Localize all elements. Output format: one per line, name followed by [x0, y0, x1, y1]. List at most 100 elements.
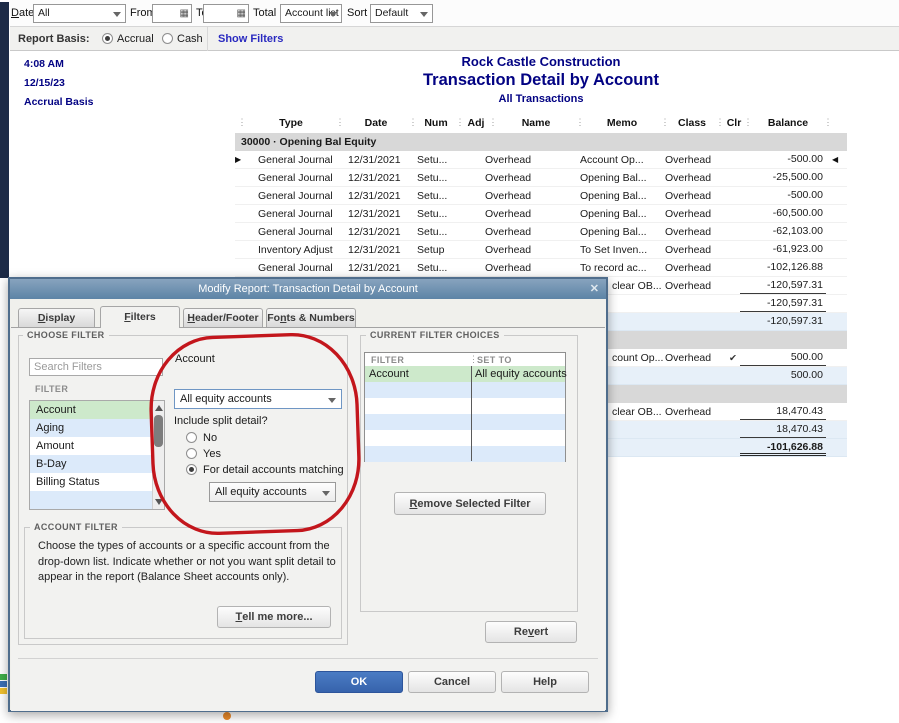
matching-accounts-dropdown[interactable]: All equity accounts: [209, 482, 336, 502]
scroll-down-icon[interactable]: [155, 499, 163, 505]
table-row[interactable]: General Journal 12/31/2021 Setu... Overhead…: [235, 205, 847, 223]
account-panel-label: Account: [175, 353, 215, 365]
split-matching-label: For detail accounts matching: [203, 464, 344, 476]
cell-num: Setu...: [417, 262, 448, 274]
cell-balance: 500.00: [740, 349, 826, 366]
cell-class: Overhead: [665, 154, 712, 166]
cell-type: General Journal: [258, 172, 333, 184]
filter-choice-empty-row: [365, 430, 565, 446]
column-header-name[interactable]: Name: [522, 117, 551, 129]
filter-list-item-billing-status[interactable]: Billing Status: [30, 473, 164, 491]
cell-name: Overhead: [485, 190, 532, 202]
cell-balance: -102,126.88: [766, 261, 823, 273]
cell-num: Setup: [417, 244, 445, 256]
app-window: Dates All From ▦ To ▦ Total By Account l…: [0, 0, 899, 723]
column-header-date[interactable]: Date: [365, 117, 388, 129]
dates-dropdown[interactable]: All: [33, 4, 126, 23]
column-header-num[interactable]: Num: [424, 117, 447, 129]
column-header-type[interactable]: Type: [279, 117, 303, 129]
filter-choice-empty-row: [365, 398, 565, 414]
cell-class: Overhead: [665, 280, 712, 292]
table-row[interactable]: General Journal 12/31/2021 Setu... Overhead…: [235, 169, 847, 187]
table-row[interactable]: ▶ General Journal 12/31/2021 Setu... Overhea…: [235, 151, 847, 169]
cell-date: 12/31/2021: [348, 208, 401, 220]
accrual-radio[interactable]: [102, 33, 113, 44]
column-separator: ⋮: [743, 117, 753, 127]
scrollbar[interactable]: [152, 401, 164, 509]
cell-memo: Opening Bal...: [580, 226, 647, 238]
cash-radio[interactable]: [162, 33, 173, 44]
col-filter-label: FILTER: [371, 355, 405, 365]
filter-list-label: FILTER: [35, 384, 69, 394]
tab-header-footer[interactable]: Header/Footer: [183, 308, 263, 327]
accrual-radio-label[interactable]: Accrual: [117, 33, 154, 45]
from-date-input[interactable]: ▦: [152, 4, 192, 23]
cell-memo: To Set Inven...: [580, 244, 648, 256]
current-row-pointer-icon: ▶: [235, 155, 242, 164]
account-group-header[interactable]: 30000 · Opening Bal Equity: [235, 133, 847, 151]
cell-memo: count Op...: [612, 352, 664, 364]
calendar-icon[interactable]: ▦: [237, 8, 246, 19]
show-filters-link[interactable]: Show Filters: [218, 33, 283, 45]
cell-name: Overhead: [485, 244, 532, 256]
column-separator: ⋮: [715, 117, 725, 127]
tell-me-more-button[interactable]: Tell me more...: [217, 606, 331, 628]
ok-button[interactable]: OK: [315, 671, 403, 693]
calendar-icon[interactable]: ▦: [180, 8, 189, 19]
help-button[interactable]: Help: [501, 671, 589, 693]
modify-report-dialog: Modify Report: Transaction Detail by Acc…: [8, 277, 608, 712]
search-filters-input[interactable]: [29, 358, 163, 376]
close-icon[interactable]: ✕: [590, 282, 599, 296]
column-separator: ⋮: [335, 117, 345, 127]
desktop-icon-fragment: [223, 712, 231, 720]
chevron-down-icon: [113, 12, 121, 17]
cell-date: 12/31/2021: [348, 262, 401, 274]
group-header-label: 30000 · Opening Bal Equity: [241, 136, 377, 148]
scrollbar-thumb[interactable]: [154, 415, 163, 447]
choose-filter-label: CHOOSE FILTER: [23, 330, 109, 340]
total-by-dropdown[interactable]: Account list: [280, 4, 342, 23]
column-header-balance[interactable]: Balance: [768, 117, 808, 129]
cash-radio-label[interactable]: Cash: [177, 33, 203, 45]
dates-value: All: [38, 7, 50, 19]
radio-icon[interactable]: [186, 432, 197, 443]
filter-list-item-aging[interactable]: Aging: [30, 419, 164, 437]
radio-icon[interactable]: [186, 464, 197, 475]
account-filter-dropdown[interactable]: All equity accounts: [174, 389, 342, 409]
tab-filters[interactable]: Filters: [100, 306, 180, 328]
column-header-adj[interactable]: Adj: [468, 117, 485, 129]
revert-button[interactable]: Re v ert: [485, 621, 577, 643]
cell-class: Overhead: [665, 406, 712, 418]
cell-memo: clear OB...: [612, 406, 662, 418]
table-row[interactable]: General Journal 12/31/2021 Setu... Overhead…: [235, 259, 847, 277]
cell-num: Setu...: [417, 154, 448, 166]
table-row[interactable]: Inventory Adjust 12/31/2021 Setup Overhead T…: [235, 241, 847, 259]
filter-choice-row[interactable]: Account All equity accounts: [365, 366, 567, 382]
matching-accounts-value: All equity accounts: [215, 486, 307, 498]
chevron-down-icon: [329, 12, 337, 17]
radio-icon[interactable]: [186, 448, 197, 459]
cell-type: Inventory Adjust: [258, 244, 333, 256]
cell-type: General Journal: [258, 154, 333, 166]
tab-fonts-numbers[interactable]: Fonts & Numbers: [266, 308, 356, 327]
table-row[interactable]: General Journal 12/31/2021 Setu... Overhead…: [235, 223, 847, 241]
filter-list-item-account[interactable]: Account: [30, 401, 164, 419]
filter-list-item-b-day[interactable]: B-Day: [30, 455, 164, 473]
scroll-up-icon[interactable]: [155, 405, 163, 411]
column-header-clr[interactable]: Clr: [727, 117, 742, 129]
report-title: Transaction Detail by Account: [423, 71, 659, 89]
desktop-icon-fragment: [0, 681, 7, 687]
cell-balance: 500.00: [790, 369, 823, 381]
cancel-button[interactable]: Cancel: [408, 671, 496, 693]
to-date-input[interactable]: ▦: [203, 4, 249, 23]
cell-num: Setu...: [417, 190, 448, 202]
dialog-title: Modify Report: Transaction Detail by Acc…: [10, 279, 606, 299]
sort-by-dropdown[interactable]: Default: [370, 4, 433, 23]
column-header-class[interactable]: Class: [678, 117, 706, 129]
tab-display[interactable]: Display: [18, 308, 95, 327]
remove-selected-filter-button[interactable]: Remove Selected Filter: [394, 492, 546, 515]
filter-list-item-amount[interactable]: Amount: [30, 437, 164, 455]
column-header-memo[interactable]: Memo: [607, 117, 637, 129]
cell-num: Setu...: [417, 208, 448, 220]
table-row[interactable]: General Journal 12/31/2021 Setu... Overhead…: [235, 187, 847, 205]
